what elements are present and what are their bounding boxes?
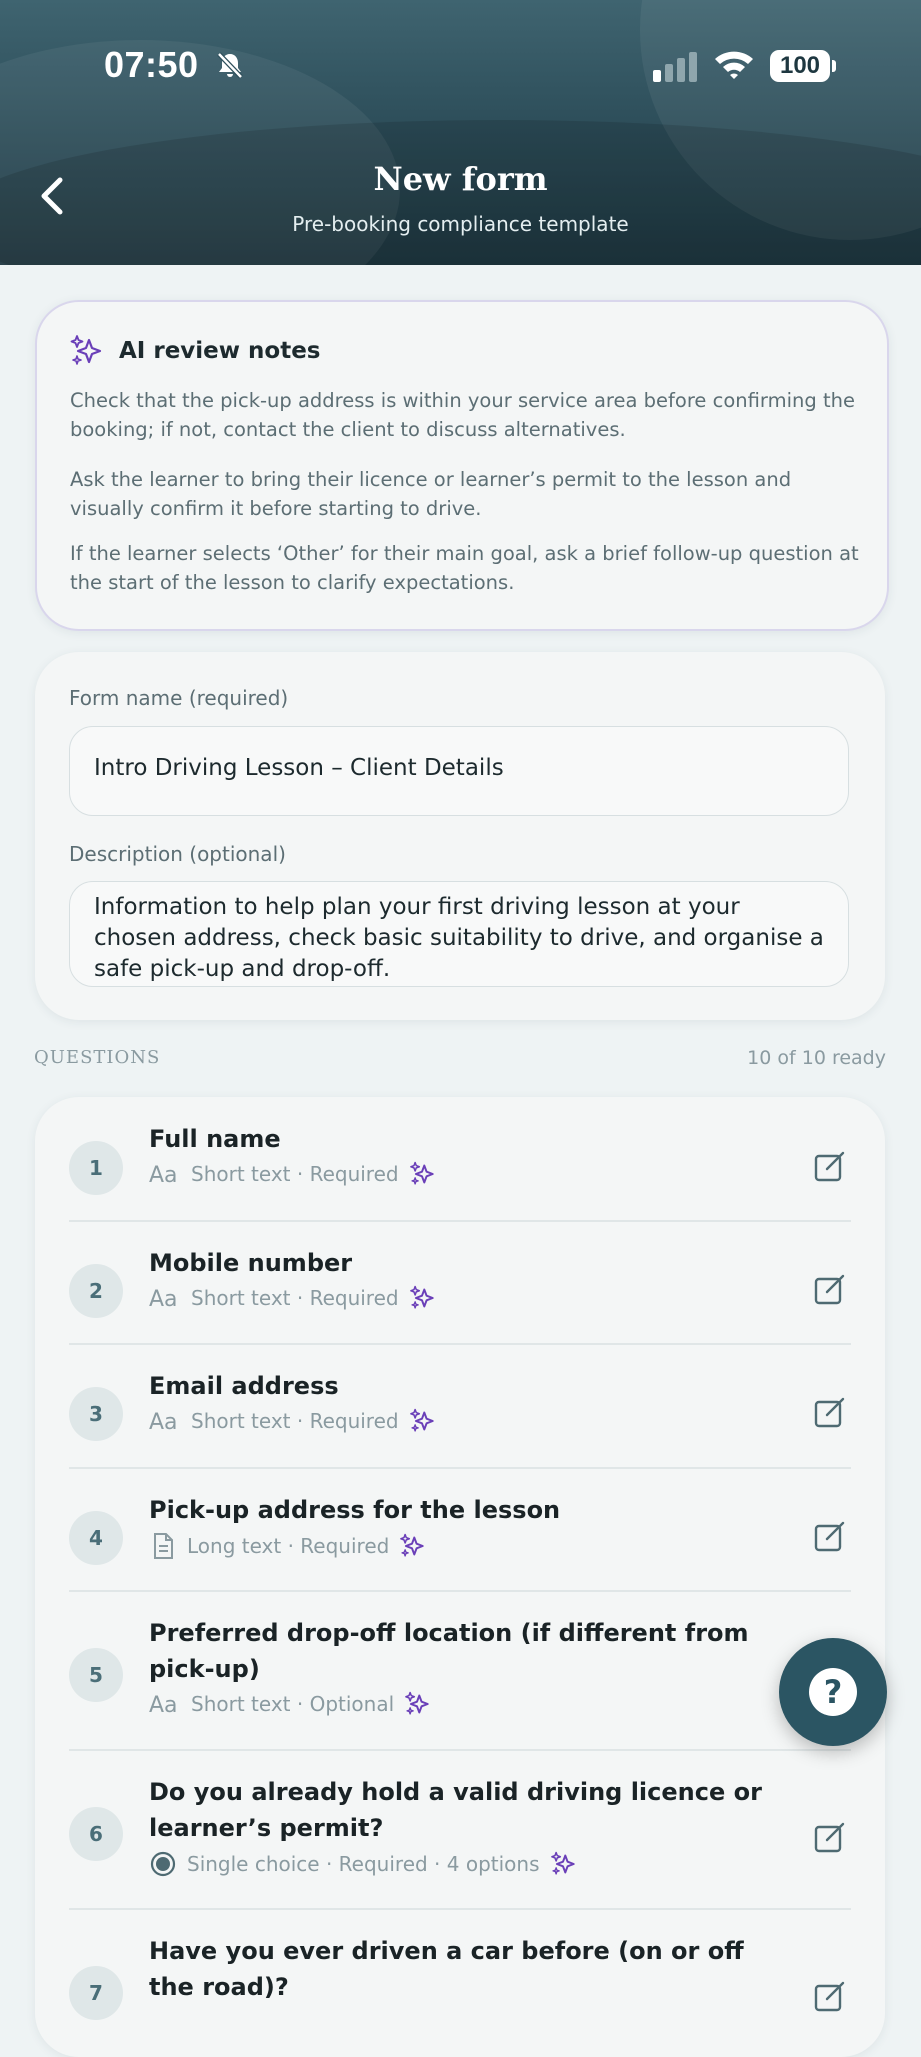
question-title: Email address xyxy=(149,1372,339,1400)
question-title: Preferred drop-off location (if differen… xyxy=(149,1619,749,1683)
ai-notes-header: AI review notes xyxy=(69,334,321,368)
question-number: 1 xyxy=(69,1141,123,1195)
question-row[interactable]: 1 Full name Aa Short text · Required xyxy=(35,1097,885,1221)
question-title: Mobile number xyxy=(149,1249,353,1277)
question-title: Have you ever driven a car before (on or… xyxy=(149,1937,744,2001)
text-icon: Aa xyxy=(149,1286,181,1310)
question-meta: Aa Short text · Required xyxy=(149,1161,435,1187)
sparkles-icon xyxy=(409,1161,435,1187)
question-meta: Long text · Required xyxy=(149,1532,425,1560)
form-name-field[interactable]: Intro Driving Lesson – Client Details xyxy=(69,726,849,816)
question-number: 4 xyxy=(69,1511,123,1565)
questions-list: 1 Full name Aa Short text · Required 2 M… xyxy=(35,1097,885,2057)
question-row[interactable]: 2 Mobile number Aa Short text · Required xyxy=(35,1221,885,1344)
sparkles-icon xyxy=(550,1851,576,1877)
sparkles-icon xyxy=(399,1533,425,1559)
question-title: Do you already hold a valid driving lice… xyxy=(149,1778,762,1842)
question-title: Full name xyxy=(149,1125,281,1153)
question-title: Pick-up address for the lesson xyxy=(149,1496,561,1524)
battery-indicator: 100 xyxy=(770,50,830,82)
edit-icon[interactable] xyxy=(813,1979,847,2013)
bell-off-icon xyxy=(217,52,243,79)
text-icon: Aa xyxy=(149,1162,181,1186)
battery-tip xyxy=(832,60,836,72)
question-type-text: Single choice · Required · 4 options xyxy=(187,1852,540,1876)
ai-review-notes-card: AI review notes Check that the pick-up a… xyxy=(35,300,889,631)
svg-text:Aa: Aa xyxy=(149,1287,178,1310)
help-button[interactable]: ? xyxy=(779,1638,887,1746)
question-type-text: Short text · Optional xyxy=(191,1692,395,1716)
questions-heading: QUESTIONS xyxy=(34,1047,161,1068)
ai-note-paragraph: If the learner selects ‘Other’ for their… xyxy=(70,542,859,594)
question-meta: Aa Short text · Required xyxy=(149,1408,435,1434)
svg-text:Aa: Aa xyxy=(149,1410,178,1433)
edit-icon[interactable] xyxy=(813,1395,847,1429)
question-number: 3 xyxy=(69,1387,123,1441)
page-subtitle: Pre-booking compliance template xyxy=(292,212,629,236)
form-details-card: Form name (required) Intro Driving Lesso… xyxy=(35,652,885,1020)
question-number: 6 xyxy=(69,1807,123,1861)
question-row[interactable]: 6 Do you already hold a valid driving li… xyxy=(35,1750,885,1909)
edit-icon[interactable] xyxy=(813,1149,847,1183)
description-field[interactable]: Information to help plan your first driv… xyxy=(69,881,849,987)
question-mark-icon: ? xyxy=(809,1668,857,1716)
sparkles-icon xyxy=(70,335,102,365)
signal-icon xyxy=(653,52,697,82)
question-meta: Single choice · Required · 4 options xyxy=(149,1850,576,1878)
edit-icon[interactable] xyxy=(813,1519,847,1553)
description-label: Description (optional) xyxy=(69,842,286,866)
form-name-value: Intro Driving Lesson – Client Details xyxy=(94,755,504,781)
sparkles-icon xyxy=(409,1408,435,1434)
question-number: 2 xyxy=(69,1264,123,1318)
question-number: 5 xyxy=(69,1648,123,1702)
app-header: 07:50 100 New form Pre-booking complianc… xyxy=(0,0,921,265)
ai-notes-title: AI review notes xyxy=(119,338,321,364)
sparkles-icon xyxy=(409,1285,435,1311)
status-time: 07:50 xyxy=(104,44,199,85)
ai-note-paragraph: Ask the learner to bring their licence o… xyxy=(70,468,792,520)
ai-note-paragraph: Check that the pick-up address is within… xyxy=(70,389,855,441)
edit-icon[interactable] xyxy=(813,1272,847,1306)
question-row[interactable]: 7 Have you ever driven a car before (on … xyxy=(35,1909,885,2057)
questions-ready-count: 10 of 10 ready xyxy=(747,1047,886,1069)
question-row[interactable]: 4 Pick-up address for the lesson Long te… xyxy=(35,1468,885,1591)
question-row[interactable]: 5 Preferred drop-off location (if differ… xyxy=(35,1591,885,1750)
svg-text:Aa: Aa xyxy=(149,1163,178,1186)
question-type-text: Short text · Required xyxy=(191,1162,399,1186)
text-icon: Aa xyxy=(149,1409,181,1433)
wifi-icon xyxy=(715,51,753,79)
description-value: Information to help plan your first driv… xyxy=(94,894,824,982)
question-meta: Aa Short text · Required xyxy=(149,1285,435,1311)
question-meta: Aa Short text · Optional xyxy=(149,1691,430,1717)
question-type-text: Long text · Required xyxy=(187,1534,390,1558)
question-type-text: Short text · Required xyxy=(191,1409,399,1433)
page-title: New form xyxy=(373,160,548,198)
question-row[interactable]: 3 Email address Aa Short text · Required xyxy=(35,1344,885,1468)
document-icon xyxy=(149,1532,177,1560)
sparkles-icon xyxy=(404,1691,430,1717)
question-type-text: Short text · Required xyxy=(191,1286,399,1310)
svg-text:Aa: Aa xyxy=(149,1693,178,1716)
form-name-label: Form name (required) xyxy=(69,686,289,710)
question-number: 7 xyxy=(69,1966,123,2020)
edit-icon[interactable] xyxy=(813,1820,847,1854)
text-icon: Aa xyxy=(149,1692,181,1716)
radio-icon xyxy=(149,1850,177,1878)
